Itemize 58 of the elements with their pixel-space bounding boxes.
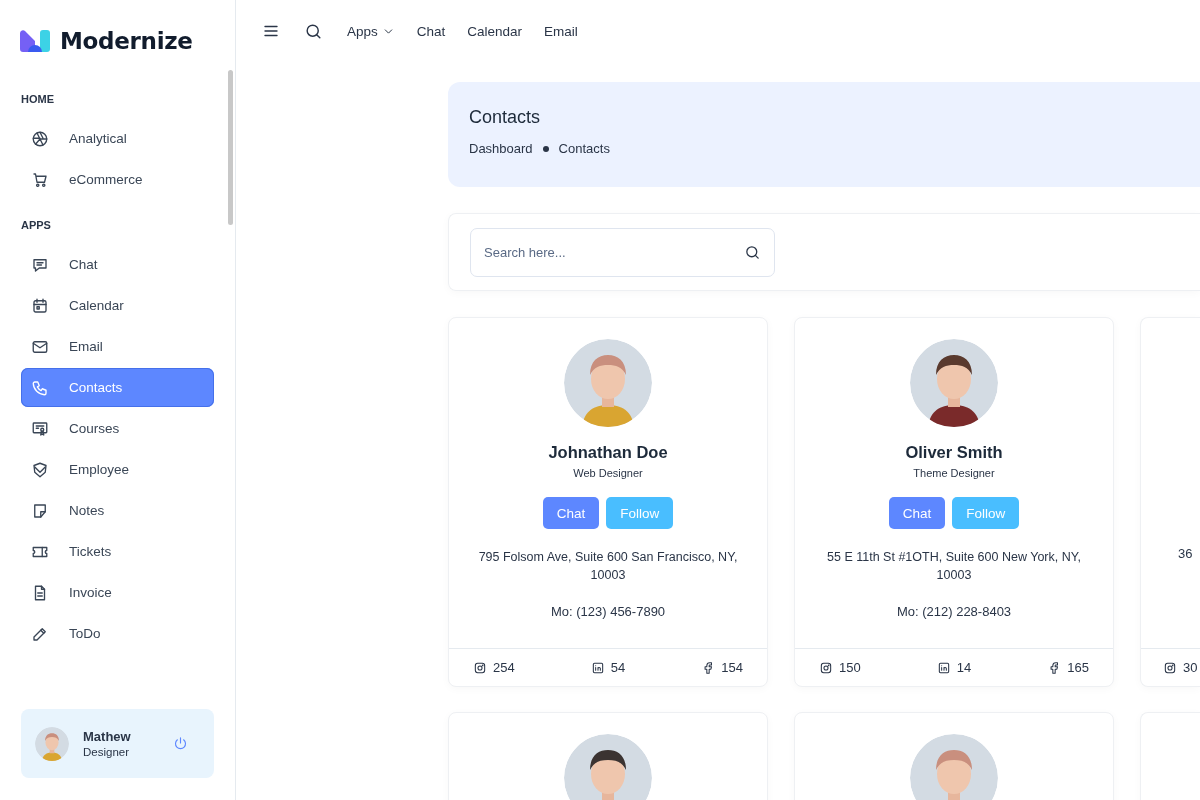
note-icon — [31, 501, 49, 520]
aperture-icon — [31, 129, 49, 148]
power-icon[interactable] — [173, 736, 188, 751]
breadcrumb-item: Contacts — [558, 141, 610, 156]
search-icon[interactable] — [744, 244, 761, 261]
nav-item[interactable]: Employee — [21, 450, 214, 489]
profile-role: Designer — [83, 746, 131, 758]
linkedin-icon — [936, 660, 951, 675]
contact-address: 795 Folsom Ave, Suite 600 San Francisco, NY, 10003 — [477, 549, 739, 584]
page-title: Contacts — [469, 107, 542, 128]
contact-phone: Mo: (123) 456-7890 — [550, 604, 666, 619]
breadcrumb-item[interactable]: Dashboard — [469, 141, 533, 156]
brand-name: Modernize — [60, 27, 193, 54]
cart-icon — [31, 170, 49, 189]
facebook-count: 165 — [1067, 660, 1089, 675]
linkedin-count: 54 — [610, 660, 626, 675]
section-heading: APPS — [21, 218, 52, 233]
nav-item[interactable]: Notes — [21, 491, 214, 530]
phone-icon — [31, 378, 49, 397]
certificate-icon — [31, 419, 49, 438]
nav-item[interactable]: Calendar — [21, 286, 214, 325]
nav-item[interactable]: Chat — [21, 245, 214, 284]
contact-name: Johnathan Doe — [548, 443, 668, 462]
contact-address: 36 — [1177, 546, 1194, 561]
search-field[interactable]: Search here... — [470, 228, 775, 277]
scrollbar[interactable] — [228, 70, 233, 225]
instagram-icon — [1163, 660, 1177, 675]
calendar-icon — [31, 296, 49, 315]
contact-role: Web Designer — [573, 467, 643, 479]
nav-item[interactable]: Email — [21, 327, 214, 366]
nav-item[interactable]: Courses — [21, 409, 214, 448]
nav-item[interactable]: Tickets — [21, 532, 214, 571]
logo-icon — [20, 29, 50, 52]
nav-item[interactable]: Analytical — [21, 119, 214, 158]
contact-phone: Mo: (212) 228-8403 — [896, 604, 1012, 619]
instagram-icon — [473, 660, 487, 675]
shield-icon — [31, 460, 49, 479]
nav-item[interactable]: eCommerce — [21, 160, 214, 199]
nav-item[interactable]: Invoice — [21, 573, 214, 612]
instagram-icon — [819, 660, 833, 675]
top-nav-link[interactable]: Calendar — [467, 23, 523, 39]
instagram-count: 30 — [1183, 660, 1198, 675]
linkedin-icon — [590, 660, 605, 675]
instagram-count: 254 — [493, 660, 515, 675]
facebook-count: 154 — [721, 660, 743, 675]
contact-address: 55 E 11th St #1OTH, Suite 600 New York, NY, 10003 — [826, 549, 1082, 584]
contact-role: Theme Designer — [913, 467, 995, 479]
top-nav-link[interactable]: Chat — [416, 23, 446, 39]
top-nav-link[interactable]: Email — [544, 23, 578, 39]
search-icon[interactable] — [304, 21, 323, 41]
instagram-count: 150 — [839, 660, 861, 675]
apps-dropdown[interactable]: Apps — [347, 23, 395, 39]
contact-name: Oliver Smith — [905, 443, 1003, 462]
profile-name: Mathew — [83, 729, 131, 744]
section-heading: HOME — [21, 92, 55, 107]
nav-item[interactable]: ToDo — [21, 614, 214, 653]
breadcrumb-separator — [542, 145, 549, 152]
linkedin-count: 14 — [956, 660, 972, 675]
